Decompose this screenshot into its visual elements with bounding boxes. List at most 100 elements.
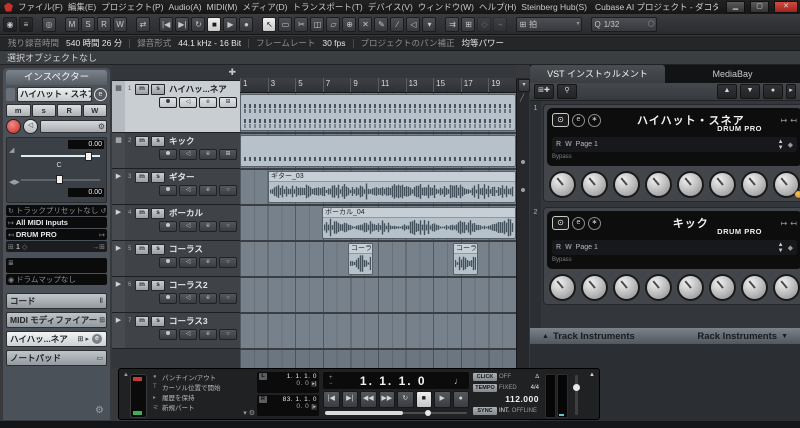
track-solo-button[interactable]: s bbox=[151, 171, 165, 183]
inspector-settings-gear-icon[interactable]: ⚙ bbox=[95, 405, 104, 416]
menu-media[interactable]: メディア(D) bbox=[242, 1, 287, 13]
menu-file[interactable]: ファイル(F) bbox=[18, 1, 63, 13]
range-selection-tool[interactable]: ▭ bbox=[278, 16, 293, 32]
track-mute-button[interactable]: m bbox=[135, 135, 149, 147]
cycle-button[interactable]: ↻ bbox=[397, 391, 414, 408]
track-solo-button[interactable]: s bbox=[151, 279, 165, 291]
channel-row[interactable]: ⊞ 1 ◇ →⊞ bbox=[6, 241, 107, 252]
goto-previous-marker-button[interactable]: |◀ bbox=[159, 16, 174, 32]
sync-mode-value[interactable]: INT. bbox=[499, 408, 510, 414]
track-solo-button[interactable]: s bbox=[151, 243, 165, 255]
menu-midi[interactable]: MIDI(M) bbox=[207, 2, 238, 12]
track-row-guitar[interactable]: ▶ 3 m s ギター ◁ e ○ bbox=[112, 169, 240, 205]
track-row-kick[interactable]: ▦ 2 m s キック ◁ e ⊞ bbox=[112, 133, 240, 169]
section-notepad[interactable]: ノートパッド ▭ bbox=[6, 350, 107, 366]
track-mute-button[interactable]: m bbox=[135, 171, 149, 183]
input-icon[interactable]: ↦ bbox=[781, 116, 788, 125]
menu-window[interactable]: ウィンドウ(W) bbox=[418, 1, 474, 13]
track-solo-button[interactable]: s bbox=[151, 315, 165, 327]
output-icon[interactable]: ↤ bbox=[790, 116, 797, 125]
quick-control-knob[interactable] bbox=[645, 171, 672, 198]
preset-bar[interactable]: R W Page 1 ▲ ▼ ◆ bbox=[552, 137, 797, 152]
play-button[interactable]: ▶ bbox=[223, 16, 238, 32]
track-inserts-icon[interactable]: ○ bbox=[219, 329, 237, 340]
input-icon[interactable]: ↦ bbox=[781, 219, 788, 228]
menu-help[interactable]: ヘルプ(H) bbox=[479, 1, 516, 13]
quick-control-knob[interactable] bbox=[581, 171, 608, 198]
menu-audio[interactable]: Audio(A) bbox=[169, 2, 202, 12]
grid-type-dropdown[interactable]: ⊞ 拍 ▾ bbox=[516, 16, 583, 32]
ruler-options-icon[interactable]: ▾ bbox=[518, 79, 530, 92]
section-midi-modifiers[interactable]: MIDI モディファイアー ⊞ bbox=[6, 312, 107, 328]
scroll-dot[interactable] bbox=[521, 188, 525, 192]
track-record-button[interactable] bbox=[159, 329, 177, 340]
pre-roll-value[interactable]: 0. 0 bbox=[259, 380, 309, 387]
track-monitor-button[interactable]: ◁ bbox=[179, 185, 197, 196]
track-instruments-label[interactable]: Track Instruments bbox=[553, 331, 635, 342]
output-icon[interactable]: ↤ bbox=[790, 219, 797, 228]
menu-project[interactable]: プロジェクト(P) bbox=[101, 1, 163, 13]
maximize-button[interactable]: ▢ bbox=[750, 1, 769, 13]
quick-control-knob[interactable] bbox=[709, 171, 736, 198]
tab-vst-instruments[interactable]: VST インストゥルメント bbox=[530, 65, 665, 83]
power-icon[interactable]: ⊙ bbox=[552, 216, 569, 230]
track-row-chorus[interactable]: ▶ 5 m s コーラス ◁ e ○ bbox=[112, 241, 240, 277]
goto-next-marker-button[interactable]: ▶| bbox=[341, 391, 358, 408]
autoscroll-icon[interactable]: ⇉ bbox=[445, 16, 460, 32]
sync-badge[interactable]: SYNC bbox=[473, 406, 497, 415]
track-edit-button[interactable]: e bbox=[199, 97, 217, 108]
track-solo-button[interactable]: s bbox=[151, 83, 165, 95]
audio-record-mode-row[interactable]: ▸ 履歴を保持 bbox=[153, 392, 253, 403]
track-controls-bar[interactable]: ⚙ bbox=[40, 120, 107, 133]
draw-tool[interactable]: ✎ bbox=[374, 16, 389, 32]
quick-control-knob[interactable] bbox=[677, 171, 704, 198]
quick-control-knob[interactable] bbox=[549, 274, 576, 301]
stop-button[interactable]: ■ bbox=[207, 16, 222, 32]
inspector-mute-button[interactable]: m bbox=[6, 104, 31, 117]
scroll-dot[interactable] bbox=[521, 160, 525, 164]
track-row-chorus3[interactable]: ▶ 7 m s コーラス3 ◁ e ○ bbox=[112, 313, 240, 349]
track-row-vocal[interactable]: ▶ 4 m s ボーカル ◁ e ○ bbox=[112, 205, 240, 241]
punch-in-icon[interactable]: ▸| bbox=[311, 380, 317, 387]
activate-project-icon[interactable]: ◉ bbox=[3, 16, 17, 32]
split-tool[interactable]: ✂ bbox=[294, 16, 309, 32]
erase-tool[interactable]: ▱ bbox=[326, 16, 341, 32]
transport-options-icons[interactable]: ▾ ⚙ bbox=[243, 409, 255, 417]
object-selection-tool[interactable]: ↖ bbox=[262, 16, 277, 32]
track-inserts-icon[interactable]: ○ bbox=[219, 221, 237, 232]
audio-event-vocal[interactable]: ボーカル_04 bbox=[322, 207, 516, 239]
write-all-button[interactable]: W bbox=[113, 16, 127, 32]
track-edit-button[interactable]: e bbox=[199, 149, 217, 160]
click-badge[interactable]: CLICK bbox=[473, 373, 497, 381]
inspector-track-name[interactable]: ハイハット・スネア bbox=[17, 87, 92, 102]
mute-tool[interactable]: ✕ bbox=[358, 16, 373, 32]
track-monitor-button[interactable]: ◁ bbox=[179, 329, 197, 340]
audio-event-guitar[interactable]: ギター_03 bbox=[268, 171, 516, 203]
track-mute-button[interactable]: m bbox=[135, 83, 149, 95]
preset-browse-icon[interactable]: ∗ bbox=[588, 113, 601, 127]
punch-row[interactable]: ● パンチイン/アウト bbox=[153, 372, 253, 382]
left-locator[interactable]: L 1. 1. 1. 0 0. 0 ▸| bbox=[257, 372, 319, 393]
output-fader[interactable] bbox=[573, 375, 580, 415]
post-roll-value[interactable]: 0. 0 bbox=[259, 403, 309, 410]
track-edit-button[interactable]: e bbox=[199, 293, 217, 304]
midi-event-kick[interactable] bbox=[240, 135, 516, 167]
tab-mediabay[interactable]: MediaBay bbox=[665, 65, 800, 83]
stop-button[interactable]: ■ bbox=[415, 391, 432, 408]
options-caret-icon[interactable]: ▸ bbox=[786, 84, 796, 99]
setup-toolbar-icon[interactable]: ≡ bbox=[19, 16, 33, 32]
track-inserts-icon[interactable]: ○ bbox=[219, 257, 237, 268]
quick-control-knob[interactable] bbox=[613, 171, 640, 198]
inspector-write-button[interactable]: W bbox=[82, 104, 107, 117]
automation-follow-icon[interactable]: ⇄ bbox=[136, 16, 150, 32]
program-up-down-icon[interactable]: ▲ ▼ bbox=[778, 139, 784, 151]
right-locator-value[interactable]: 83. 1. 1. 0 bbox=[269, 396, 317, 403]
metronome-icon[interactable]: ∆ bbox=[535, 374, 539, 380]
tempo-badge[interactable]: TEMPO bbox=[473, 383, 497, 392]
play-tool[interactable]: ◁ bbox=[406, 16, 421, 32]
input-routing-row[interactable]: ↦ All MIDI Inputs bbox=[6, 217, 107, 228]
track-monitor-button[interactable]: ◁ bbox=[179, 221, 197, 232]
rewind-button[interactable]: ◀◀ bbox=[360, 391, 377, 408]
collapse-icon[interactable]: ▲ bbox=[589, 372, 595, 378]
glue-tool[interactable]: ◫ bbox=[310, 16, 325, 32]
